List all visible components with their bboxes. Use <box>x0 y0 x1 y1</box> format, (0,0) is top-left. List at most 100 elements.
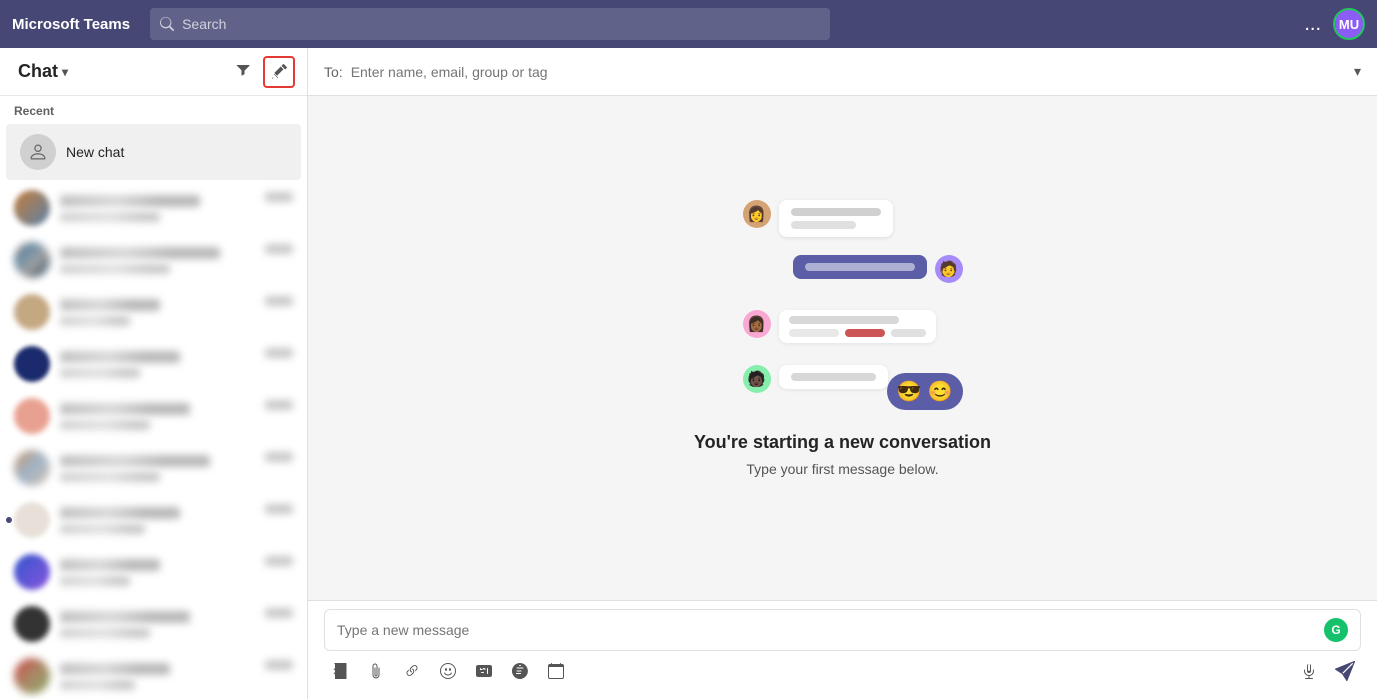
chat-item-content <box>60 195 255 222</box>
person-icon <box>28 142 48 162</box>
chat-item-name <box>60 403 190 415</box>
top-bar: Microsoft Teams Search ... MU <box>0 0 1377 48</box>
avatar <box>14 502 50 538</box>
list-item[interactable] <box>0 494 307 546</box>
emoji-reactions: 😎 😊 <box>887 373 963 410</box>
main-layout: Chat ▾ Recent <box>0 48 1377 699</box>
list-item[interactable] <box>0 442 307 494</box>
chat-item-name <box>60 195 200 207</box>
chat-item-time <box>265 192 293 202</box>
search-bar[interactable]: Search <box>150 8 830 40</box>
chat-item-content <box>60 247 255 274</box>
attach-button[interactable] <box>360 655 392 687</box>
search-icon <box>160 17 174 31</box>
avatar <box>14 242 50 278</box>
illus-msg-3: 👩🏾 <box>743 310 936 343</box>
new-chat-avatar-icon <box>20 134 56 170</box>
chat-item-name <box>60 559 160 571</box>
chat-item-preview <box>60 420 150 430</box>
to-label: To: <box>324 64 343 80</box>
chat-item-time <box>265 556 293 566</box>
chat-item-content <box>60 663 255 690</box>
chat-item-content <box>60 611 255 638</box>
giphy-button[interactable] <box>468 655 500 687</box>
more-options-button[interactable]: ... <box>1304 13 1321 36</box>
audio-icon <box>1301 663 1317 679</box>
chat-item-name <box>60 611 190 623</box>
chat-item-preview <box>60 628 150 638</box>
chat-item-preview <box>60 316 130 326</box>
list-item[interactable] <box>0 546 307 598</box>
chat-item-name <box>60 299 160 311</box>
compose-icon <box>271 64 287 80</box>
chat-item-preview <box>60 472 160 482</box>
link-button[interactable] <box>396 655 428 687</box>
search-placeholder: Search <box>182 16 226 32</box>
chevron-down-icon: ▾ <box>62 65 68 79</box>
chat-item-content <box>60 507 255 534</box>
filter-button[interactable] <box>227 56 259 88</box>
conversation-illustration: 👩 🧑 👩🏾 <box>723 200 963 400</box>
chat-item-name <box>60 247 220 259</box>
sticker-button[interactable] <box>504 655 536 687</box>
attach-icon <box>368 663 384 679</box>
to-bar: To: ▾ <box>308 48 1377 96</box>
to-input[interactable] <box>351 64 1354 80</box>
chat-title-button[interactable]: Chat ▾ <box>12 57 74 86</box>
schedule-button[interactable] <box>540 655 572 687</box>
chat-item-preview <box>60 212 160 222</box>
list-item[interactable] <box>0 598 307 650</box>
illus-msg-2: 🧑 <box>793 255 963 283</box>
list-item[interactable] <box>0 286 307 338</box>
chat-title-label: Chat <box>18 61 58 82</box>
link-icon <box>404 663 420 679</box>
chat-item-time <box>265 348 293 358</box>
illus-msg-4: 🧑🏿 <box>743 365 888 393</box>
emoji-button[interactable] <box>432 655 464 687</box>
sidebar: Chat ▾ Recent <box>0 48 308 699</box>
chat-item-time <box>265 400 293 410</box>
emoji-icon <box>440 663 456 679</box>
chat-item-preview <box>60 264 170 274</box>
chat-item-preview <box>60 576 130 586</box>
chat-item-time <box>265 504 293 514</box>
avatar <box>14 294 50 330</box>
send-button[interactable] <box>1329 655 1361 687</box>
emoji-smile: 😊 <box>928 379 953 404</box>
list-item[interactable] <box>0 234 307 286</box>
chat-list: 1/3 <box>0 182 307 699</box>
format-button[interactable] <box>324 655 356 687</box>
list-item[interactable] <box>0 650 307 699</box>
audio-note-button[interactable] <box>1293 655 1325 687</box>
avatar <box>14 398 50 434</box>
chat-item-content <box>60 559 255 586</box>
new-chat-item[interactable]: New chat <box>6 124 301 180</box>
unread-dot <box>6 517 12 523</box>
list-item[interactable] <box>0 182 307 234</box>
recent-section-label: Recent <box>0 96 307 122</box>
top-bar-right: ... MU <box>1304 8 1365 40</box>
avatar <box>14 190 50 226</box>
chat-item-content <box>60 351 255 378</box>
list-item[interactable] <box>0 338 307 390</box>
list-item[interactable] <box>0 390 307 442</box>
send-icon <box>1335 661 1355 681</box>
emoji-cool: 😎 <box>897 379 922 404</box>
compose-new-chat-button[interactable] <box>263 56 295 88</box>
message-input-row: G <box>324 609 1361 651</box>
grammarly-icon: G <box>1324 618 1348 642</box>
chat-item-name <box>60 455 210 467</box>
chat-item-content <box>60 403 255 430</box>
to-expand-icon[interactable]: ▾ <box>1354 63 1361 80</box>
chat-center: 👩 🧑 👩🏾 <box>308 96 1377 600</box>
avatar <box>14 658 50 694</box>
app-title: Microsoft Teams <box>12 16 130 33</box>
avatar <box>14 606 50 642</box>
format-icon <box>332 663 348 679</box>
illus-msg-1: 👩 <box>743 200 893 237</box>
user-avatar[interactable]: MU <box>1333 8 1365 40</box>
message-text-input[interactable] <box>337 622 1316 638</box>
message-input-area: G <box>308 600 1377 699</box>
chat-item-time <box>265 452 293 462</box>
chat-item-content <box>60 299 255 326</box>
